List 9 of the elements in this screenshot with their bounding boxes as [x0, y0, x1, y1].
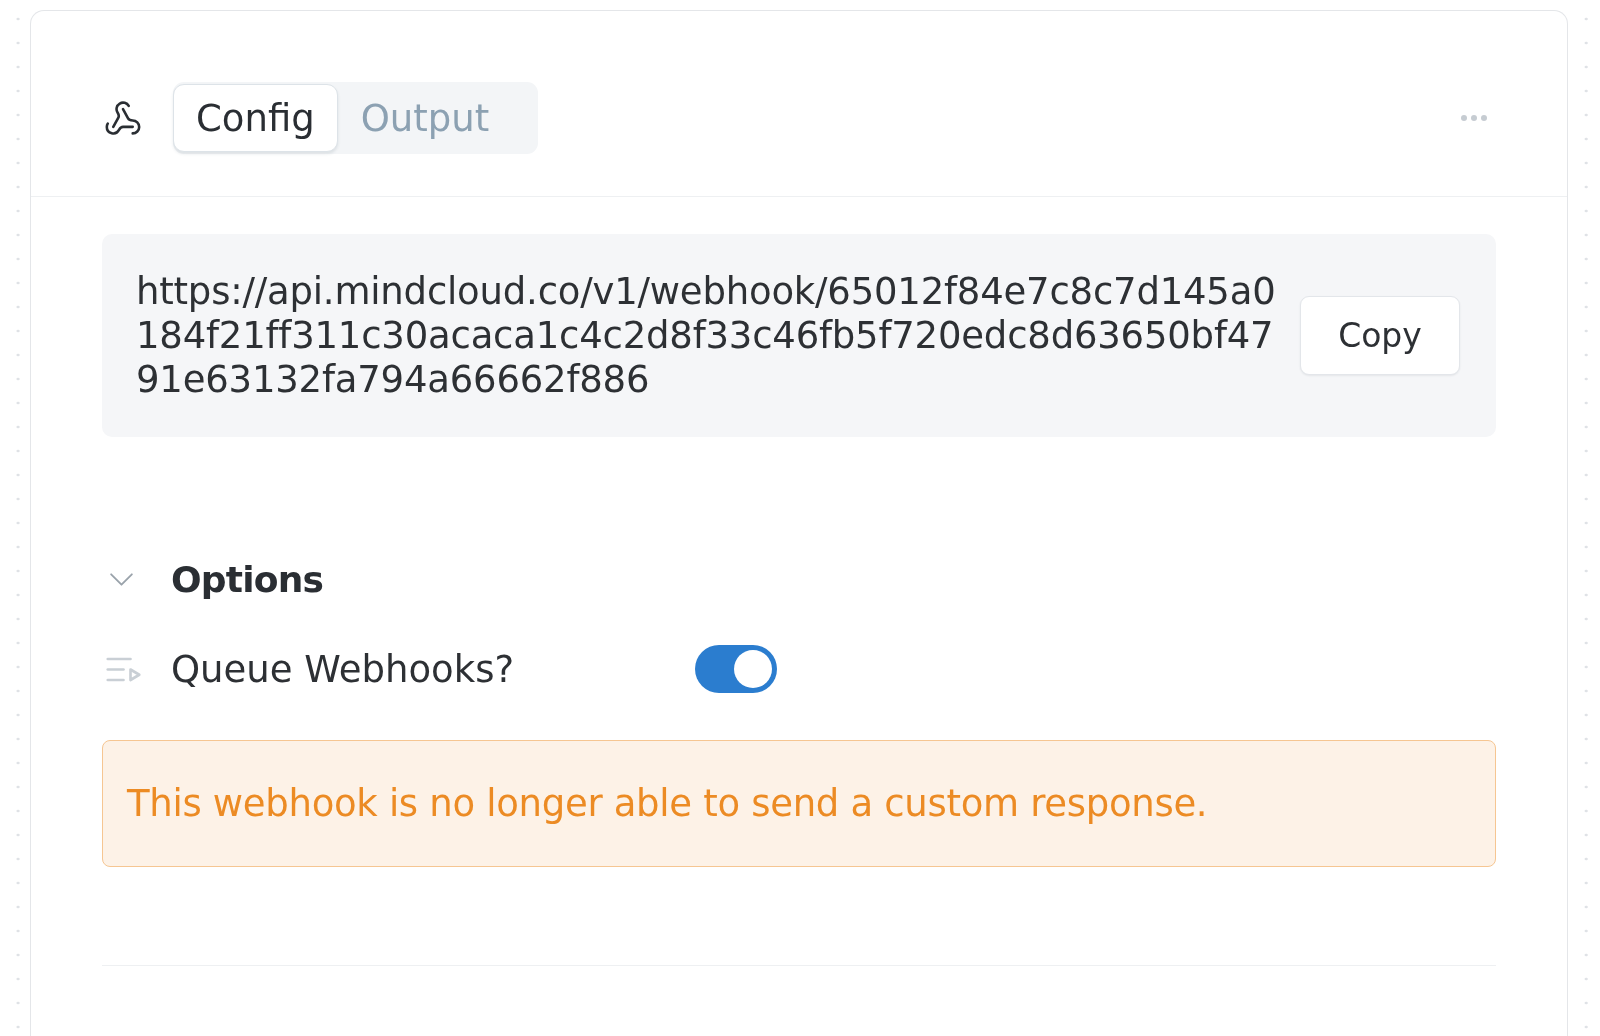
webhook-icon	[105, 101, 141, 135]
options-toggle[interactable]: Options	[102, 549, 324, 609]
option-label: Queue Webhooks?	[171, 647, 516, 691]
toggle-switch[interactable]	[695, 645, 777, 693]
tab[interactable]: Config	[173, 84, 338, 152]
list-play-icon	[106, 656, 141, 682]
webhook-url: https://api.mindcloud.co/v1/webhook/65012f84e7c8c7d145a0184f21ff311c30acaca1c4c2d8f33c46fb5f720edc8d63650bf4791e63132fa794a66662f886	[136, 269, 1276, 402]
warning-text: This webhook is no longer able to send a custom response.	[127, 782, 1208, 825]
copy-button[interactable]: Copy	[1300, 296, 1460, 375]
